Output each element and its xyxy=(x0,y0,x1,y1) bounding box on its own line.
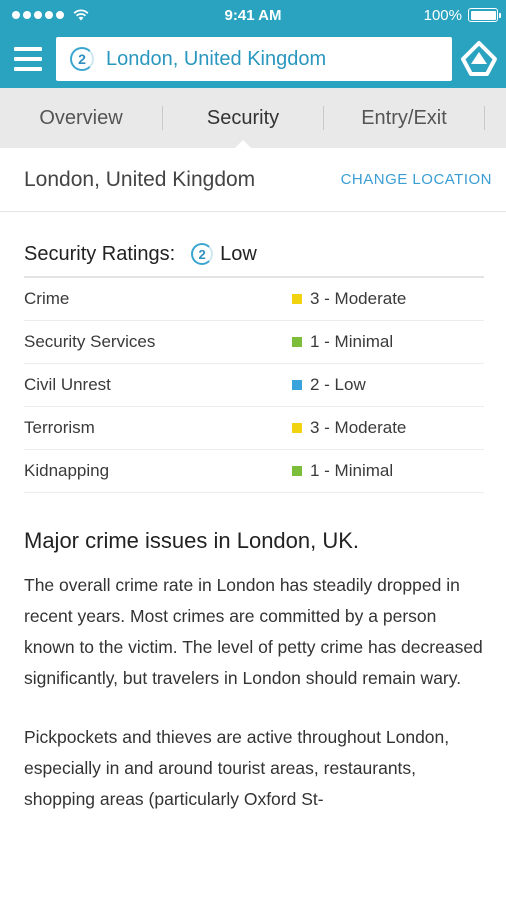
search-rating-badge: 2 xyxy=(70,47,94,71)
status-bar: 9:41 AM 100% xyxy=(0,0,506,30)
rating-value: 1 - Minimal xyxy=(292,461,393,481)
rating-row: Security Services 1 - Minimal xyxy=(24,321,484,364)
rating-value-text: 1 - Minimal xyxy=(310,461,394,480)
hamburger-icon[interactable] xyxy=(0,30,56,88)
change-location-link[interactable]: CHANGE LOCATION xyxy=(341,171,492,188)
article-paragraph: The overall crime rate in London has ste… xyxy=(24,575,483,688)
battery-percentage: 100% xyxy=(423,6,462,24)
tab-overview[interactable]: Overview xyxy=(0,88,162,148)
rating-row: Crime 3 - Moderate xyxy=(24,278,484,321)
rating-label: Security Services xyxy=(24,332,156,351)
wifi-icon xyxy=(73,9,89,21)
tab-entry-exit[interactable]: Entry/Exit xyxy=(324,88,484,148)
rating-value: 1 - Minimal xyxy=(292,332,393,352)
rating-label: Kidnapping xyxy=(24,461,110,480)
signal-strength-icon xyxy=(12,9,89,21)
rating-level-swatch xyxy=(292,466,302,476)
rating-level-swatch xyxy=(292,294,302,304)
rating-label: Terrorism xyxy=(24,418,95,437)
tab-security[interactable]: Security xyxy=(163,88,323,149)
rating-row: Kidnapping 1 - Minimal xyxy=(24,450,484,493)
battery-icon xyxy=(468,8,501,22)
rating-value: 3 - Moderate xyxy=(292,289,406,309)
rating-value-text: 3 - Moderate xyxy=(310,418,407,437)
security-ratings: Security Ratings: 2 Low Crime 3 - Moderat… xyxy=(24,232,484,493)
tab-security-label: Security xyxy=(206,106,280,129)
tab-bar: Overview Security Entry/Exit xyxy=(0,88,506,149)
rating-value-text: 3 - Moderate xyxy=(310,289,407,308)
app-header: 2 London, United Kingdom xyxy=(0,30,506,88)
overall-rating-text: Low xyxy=(220,242,257,265)
rating-row: Terrorism 3 - Moderate xyxy=(24,407,484,450)
crime-article: Major crime issues in London, UK. The ov… xyxy=(24,528,490,843)
rating-level-swatch xyxy=(292,423,302,433)
rating-value: 3 - Moderate xyxy=(292,418,406,438)
location-search-value[interactable]: London, United Kingdom xyxy=(106,48,326,71)
rating-level-swatch xyxy=(292,337,302,347)
ratings-title: Security Ratings: xyxy=(24,242,176,265)
rating-level-swatch xyxy=(292,380,302,390)
overall-rating-badge: 2 xyxy=(191,243,214,265)
article-title: Major crime issues in London, UK. xyxy=(24,528,360,553)
location-name: London, United Kingdom xyxy=(24,167,256,191)
ratings-header: Security Ratings: 2 Low xyxy=(24,232,484,278)
rating-value-text: 2 - Low xyxy=(310,375,366,394)
location-search-field[interactable]: 2 London, United Kingdom xyxy=(56,37,452,81)
location-row: London, United Kingdom CHANGE LOCATION xyxy=(0,148,506,212)
tab-divider xyxy=(484,106,485,130)
rating-value-text: 1 - Minimal xyxy=(310,332,394,351)
rating-label: Crime xyxy=(24,289,70,308)
article-paragraph: Pickpockets and thieves are active throu… xyxy=(24,727,450,809)
rating-value: 2 - Low xyxy=(292,375,366,395)
rating-label: Civil Unrest xyxy=(24,375,111,394)
rating-row: Civil Unrest 2 - Low xyxy=(24,364,484,407)
app-logo-icon[interactable] xyxy=(452,30,506,88)
